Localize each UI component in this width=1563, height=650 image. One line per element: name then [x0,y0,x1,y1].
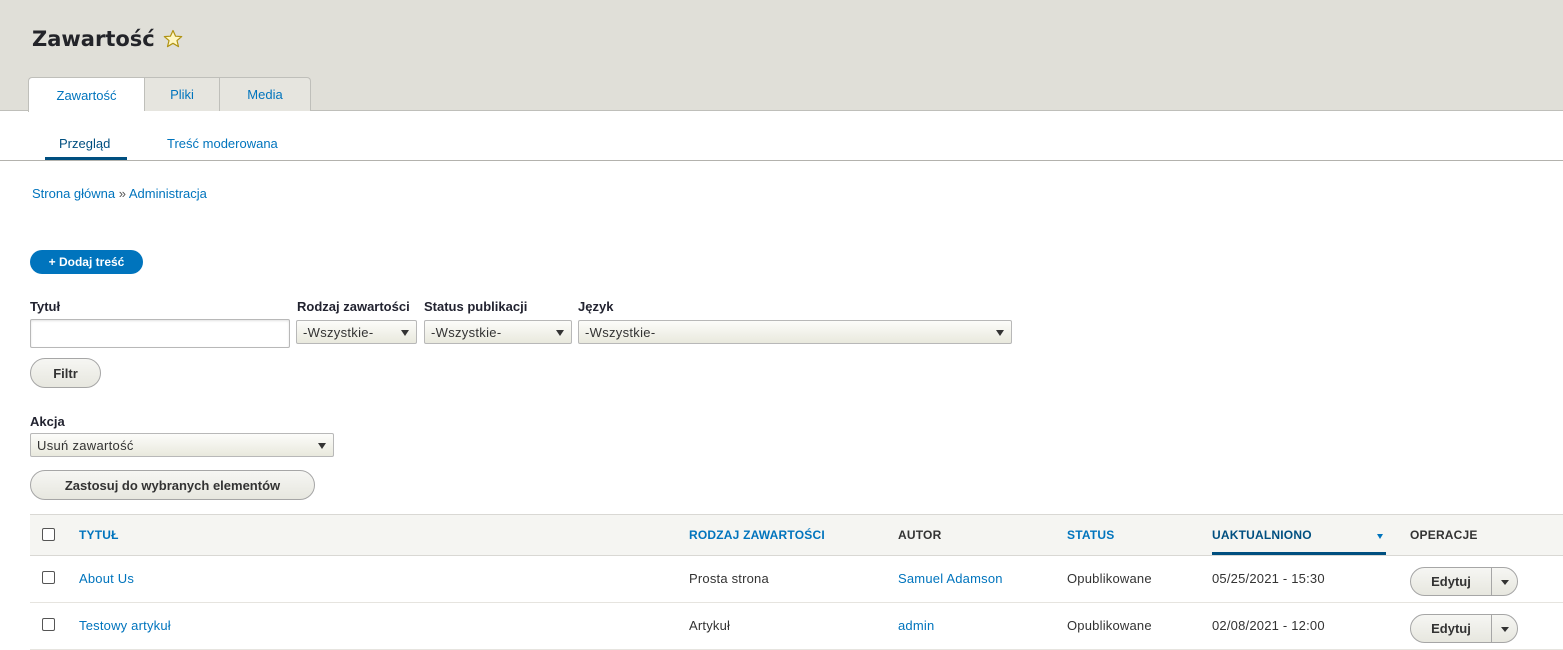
chevron-down-icon [401,330,409,336]
row-title-link[interactable]: About Us [79,571,134,586]
row-operations-dropbutton: Edytuj [1410,614,1518,643]
row-content-type: Artykuł [689,618,731,633]
chevron-down-icon [318,443,326,449]
action-select[interactable]: Usuń zawartość [30,433,334,457]
row-title-link[interactable]: Testowy artykuł [79,618,171,633]
chevron-down-icon [1501,627,1509,632]
filter-button[interactable]: Filtr [30,358,101,388]
language-select[interactable]: -Wszystkie- [578,320,1012,344]
column-operations: OPERACJE [1410,528,1478,542]
content-type-filter-label: Rodzaj zawartości [297,299,410,314]
language-select-value: -Wszystkie- [585,324,656,340]
content-type-select[interactable]: -Wszystkie- [296,320,417,344]
row-checkbox[interactable] [42,618,55,631]
table-row: Testowy artykuł Artykuł admin Opublikowa… [30,603,1563,650]
breadcrumb-home-link[interactable]: Strona główna [32,186,115,201]
row-operations-dropbutton: Edytuj [1410,567,1518,596]
row-status: Opublikowane [1067,618,1152,633]
breadcrumb: Strona główna » Administracja [32,186,207,201]
column-title[interactable]: TYTUŁ [79,528,119,542]
row-updated: 02/08/2021 - 12:00 [1212,618,1325,633]
row-author-link[interactable]: Samuel Adamson [898,571,1003,586]
breadcrumb-admin-link[interactable]: Administracja [129,186,207,201]
tab-zawartosc[interactable]: Zawartość [28,77,144,112]
page-title: Zawartość [32,27,183,51]
title-filter-input[interactable] [30,319,290,348]
status-filter-label: Status publikacji [424,299,528,314]
operations-toggle[interactable] [1492,568,1518,595]
column-author: AUTOR [898,528,942,542]
tab-media[interactable]: Media [219,77,311,111]
edit-button[interactable]: Edytuj [1411,615,1492,642]
chevron-down-icon [996,330,1004,336]
operations-toggle[interactable] [1492,615,1518,642]
title-filter-label: Tytuł [30,299,61,314]
secondary-tabs: Przegląd Treść moderowana [0,127,1563,161]
sorted-column-indicator [1212,552,1386,555]
chevron-down-icon [556,330,564,336]
apply-to-selected-button[interactable]: Zastosuj do wybranych elementów [30,470,315,500]
chevron-down-icon [1501,580,1509,585]
table-row: About Us Prosta strona Samuel Adamson Op… [30,556,1563,603]
row-status: Opublikowane [1067,571,1152,586]
page-header: Zawartość Zawartość Pliki Media [0,0,1563,112]
action-select-value: Usuń zawartość [37,437,134,453]
primary-tabs: Zawartość Pliki Media [28,77,311,112]
page-title-text: Zawartość [32,27,155,51]
subtab-tresc-moderowana[interactable]: Treść moderowana [167,136,278,151]
column-content-type[interactable]: RODZAJ ZAWARTOŚCI [689,528,825,542]
language-filter-label: Język [578,299,614,314]
select-all-checkbox[interactable] [42,528,55,541]
action-label: Akcja [30,414,65,429]
edit-button[interactable]: Edytuj [1411,568,1492,595]
subtab-przeglad[interactable]: Przegląd [59,136,110,151]
star-outline-icon[interactable] [163,29,183,49]
sort-descending-icon [1377,534,1383,539]
breadcrumb-separator: » [118,186,129,201]
row-updated: 05/25/2021 - 15:30 [1212,571,1325,586]
status-select-value: -Wszystkie- [431,324,502,340]
column-updated[interactable]: UAKTUALNIONO [1212,528,1312,542]
column-status[interactable]: STATUS [1067,528,1114,542]
row-author-link[interactable]: admin [898,618,934,633]
add-content-button[interactable]: + Dodaj treść [30,250,143,274]
active-subtab-indicator [45,157,127,160]
tab-pliki[interactable]: Pliki [144,77,219,111]
table-header: TYTUŁ RODZAJ ZAWARTOŚCI AUTOR STATUS UAK… [30,514,1563,556]
status-select[interactable]: -Wszystkie- [424,320,572,344]
row-content-type: Prosta strona [689,571,769,586]
content-type-select-value: -Wszystkie- [303,324,374,340]
row-checkbox[interactable] [42,571,55,584]
